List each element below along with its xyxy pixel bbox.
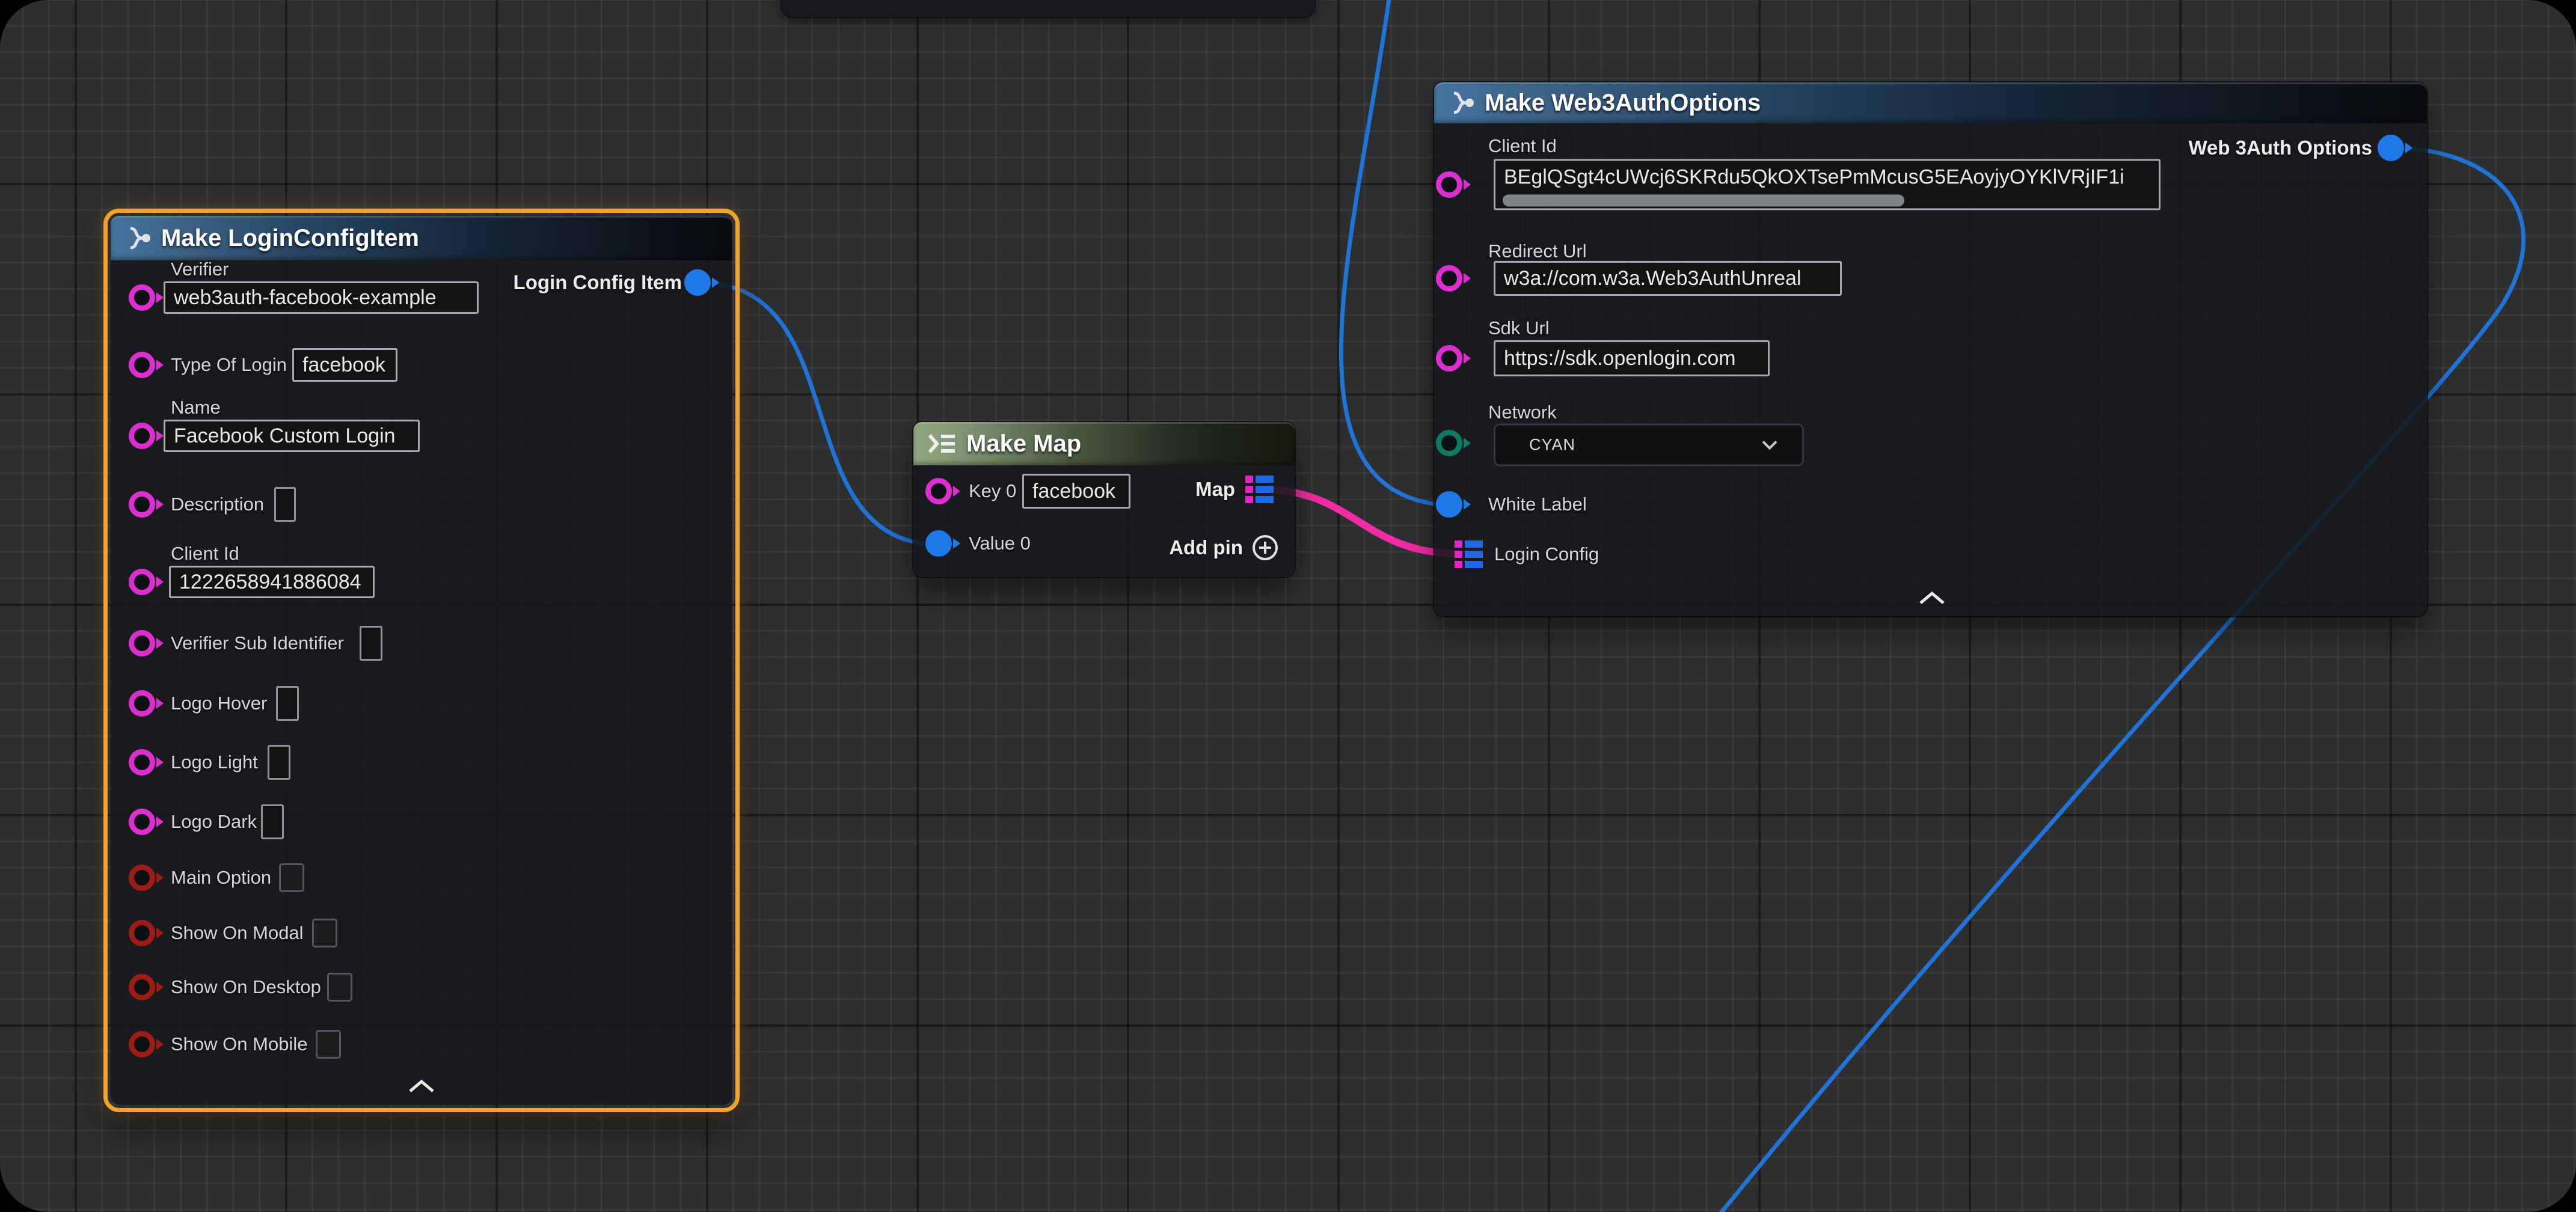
show-on-mobile-checkbox[interactable] <box>316 1030 341 1059</box>
pin-label-main-option: Main Option <box>171 867 271 889</box>
pin-network[interactable] <box>1435 429 1470 457</box>
pin-label-type-of-login: Type Of Login <box>171 354 287 376</box>
wire-top-to-whitelabel[interactable] <box>1341 0 1444 505</box>
pin-login-config-item-output[interactable] <box>683 269 718 296</box>
pin-label-show-on-mobile: Show On Mobile <box>171 1033 307 1055</box>
pin-label-white-label: White Label <box>1488 494 1587 515</box>
pin-logo-light[interactable] <box>127 748 162 776</box>
output-pin-label: Map <box>1195 478 1235 501</box>
pin-label-client-id: Client Id <box>1488 135 1557 157</box>
node-make-loginconfigitem[interactable]: Make LoginConfigItem Login Config Item V… <box>111 216 732 1105</box>
make-struct-icon <box>1447 89 1475 117</box>
client-id-field[interactable]: 1222658941886084 <box>169 566 375 598</box>
wire-map-to-loginconfig[interactable] <box>1266 489 1458 554</box>
pin-redirect-url[interactable] <box>1435 265 1470 292</box>
add-pin-label: Add pin <box>1169 536 1243 559</box>
pin-map-output[interactable] <box>1245 476 1275 503</box>
pin-main-option[interactable] <box>127 864 162 892</box>
pin-type-of-login[interactable] <box>127 351 162 379</box>
pin-label-show-on-modal: Show On Modal <box>171 922 304 944</box>
node-title: Make Web3AuthOptions <box>1485 90 1761 117</box>
pin-label-name: Name <box>171 397 221 418</box>
pin-label-logo-dark: Logo Dark <box>171 811 257 833</box>
node-title: Make Map <box>966 430 1081 458</box>
make-map-icon <box>927 431 957 456</box>
pin-web3auth-options-output[interactable] <box>2376 134 2411 162</box>
pin-client-id[interactable] <box>1435 171 1470 198</box>
pin-verifier-sub-identifier[interactable] <box>127 629 162 657</box>
pin-value-0[interactable] <box>924 530 959 557</box>
pin-show-on-desktop[interactable] <box>127 973 162 1001</box>
client-id-scrollbar[interactable] <box>1503 195 1904 207</box>
pin-label-sdk-url: Sdk Url <box>1488 317 1550 339</box>
chevron-down-icon <box>1761 439 1778 450</box>
pin-label-logo-light: Logo Light <box>171 751 258 773</box>
network-dropdown[interactable]: CYAN <box>1494 424 1804 467</box>
pin-key-0[interactable] <box>924 477 959 505</box>
pin-verifier[interactable] <box>127 284 162 311</box>
key-0-field[interactable]: facebook <box>1022 474 1130 509</box>
show-on-desktop-checkbox[interactable] <box>327 973 352 1002</box>
type-of-login-field[interactable]: facebook <box>292 348 397 382</box>
pin-name[interactable] <box>127 422 162 450</box>
pin-label-verifier: Verifier <box>171 259 228 280</box>
pin-login-config[interactable] <box>1455 540 1485 568</box>
show-on-modal-checkbox[interactable] <box>312 919 337 947</box>
pin-label-logo-hover: Logo Hover <box>171 693 267 714</box>
partial-node-top[interactable] <box>782 0 1314 17</box>
redirect-url-field[interactable]: w3a://com.w3a.Web3AuthUnreal <box>1494 261 1842 296</box>
logo-dark-field[interactable] <box>261 804 284 839</box>
name-field[interactable]: Facebook Custom Login <box>164 420 420 452</box>
blueprint-graph-canvas[interactable]: Make LoginConfigItem Login Config Item V… <box>0 0 2576 1212</box>
verifier-sub-identifier-field[interactable] <box>360 626 382 661</box>
selection-outline-make-loginconfigitem: Make LoginConfigItem Login Config Item V… <box>103 209 740 1112</box>
pin-sdk-url[interactable] <box>1435 344 1470 372</box>
main-option-checkbox[interactable] <box>279 863 304 892</box>
logo-light-field[interactable] <box>268 745 290 780</box>
node-title: Make LoginConfigItem <box>161 225 419 252</box>
output-pin-label: Web 3Auth Options <box>2188 136 2372 159</box>
pin-label-value-0: Value 0 <box>969 533 1031 554</box>
node-header[interactable]: Make Web3AuthOptions <box>1434 82 2427 123</box>
node-make-web3authoptions[interactable]: Make Web3AuthOptions Web 3Auth Options C… <box>1434 82 2427 616</box>
pin-client-id[interactable] <box>127 568 162 596</box>
pin-label-key-0: Key 0 <box>969 480 1016 502</box>
node-header[interactable]: Make Map <box>913 422 1295 465</box>
pin-description[interactable] <box>127 491 162 518</box>
client-id-value: BEglQSgt4cUWcj6SKRdu5QkOXTsePmMcusG5EAoy… <box>1504 166 2124 189</box>
collapse-chevron-icon[interactable] <box>1918 590 1946 606</box>
pin-white-label[interactable] <box>1435 491 1470 518</box>
network-selected-value: CYAN <box>1529 436 1575 454</box>
node-make-map[interactable]: Make Map Key 0 facebook Map Value 0 Add … <box>913 422 1295 577</box>
collapse-chevron-icon[interactable] <box>408 1079 435 1094</box>
pin-label-client-id: Client Id <box>171 543 239 565</box>
add-pin-icon[interactable] <box>1251 534 1279 562</box>
pin-logo-hover[interactable] <box>127 690 162 717</box>
pin-label-description: Description <box>171 494 264 515</box>
pin-label-network: Network <box>1488 402 1557 423</box>
pin-label-verifier-sub-identifier: Verifier Sub Identifier <box>171 632 344 654</box>
verifier-field[interactable]: web3auth-facebook-example <box>164 281 479 314</box>
pin-label-login-config: Login Config <box>1494 543 1599 565</box>
client-id-field[interactable]: BEglQSgt4cUWcj6SKRdu5QkOXTsePmMcusG5EAoy… <box>1494 159 2160 210</box>
node-header[interactable]: Make LoginConfigItem <box>111 216 732 260</box>
description-field[interactable] <box>274 487 296 522</box>
output-pin-label: Login Config Item <box>514 271 682 294</box>
pin-show-on-mobile[interactable] <box>127 1030 162 1058</box>
pin-label-show-on-desktop: Show On Desktop <box>171 976 321 998</box>
pin-label-redirect-url: Redirect Url <box>1488 240 1587 262</box>
sdk-url-field[interactable]: https://sdk.openlogin.com <box>1494 340 1770 376</box>
pin-show-on-modal[interactable] <box>127 919 162 947</box>
pin-logo-dark[interactable] <box>127 808 162 836</box>
make-struct-icon <box>124 224 152 252</box>
logo-hover-field[interactable] <box>276 686 299 721</box>
